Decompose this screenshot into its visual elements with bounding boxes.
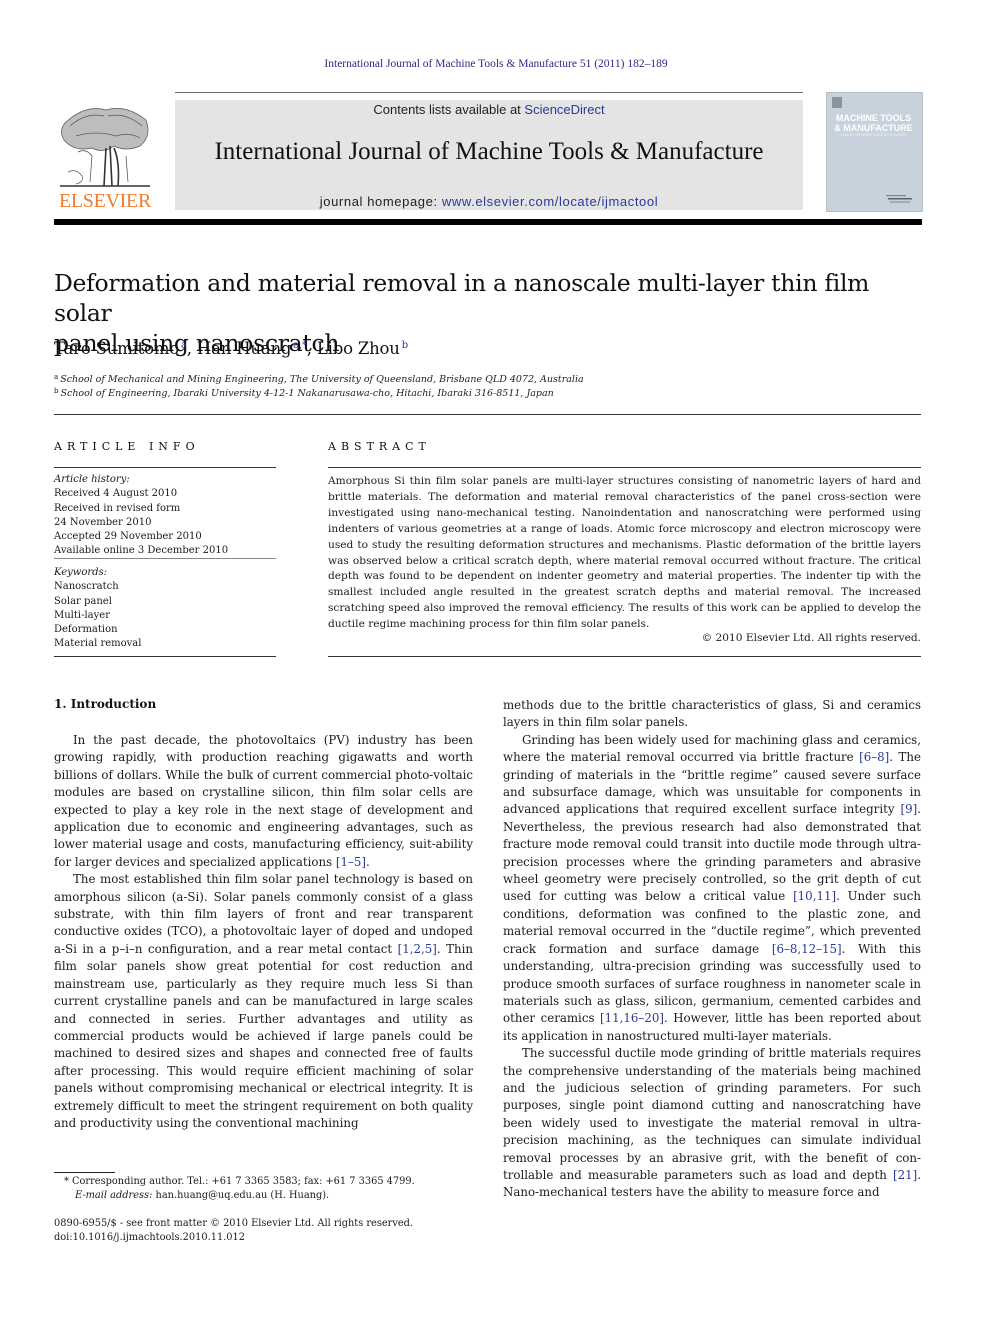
paragraph: The successful ductile mode grinding of … bbox=[503, 1045, 921, 1202]
citation-link[interactable]: [11,16–20] bbox=[600, 1011, 664, 1025]
citation-link[interactable]: [21] bbox=[893, 1168, 917, 1182]
author-affiliation-mark[interactable]: a bbox=[181, 340, 187, 351]
abstract-text: Amorphous Si thin film solar panels are … bbox=[328, 475, 921, 631]
history-item: 24 November 2010 bbox=[54, 516, 152, 528]
paragraph-text: . bbox=[366, 854, 370, 869]
affiliation-text: School of Engineering, Ibaraki Universit… bbox=[60, 388, 554, 399]
citation-link[interactable]: [6–8,12–15] bbox=[772, 942, 842, 956]
header-bottom-rule bbox=[54, 219, 922, 225]
citation-link[interactable]: [6–8] bbox=[859, 750, 889, 764]
section-heading-introduction: 1. Introduction bbox=[54, 697, 157, 711]
affiliation-mark: b bbox=[54, 387, 59, 395]
author-name: Taro Sumitomo bbox=[54, 339, 180, 358]
cover-title: MACHINE TOOLS & MANUFACTURE bbox=[826, 113, 921, 133]
footnote-rule bbox=[54, 1172, 115, 1173]
author-name: Libo Zhou bbox=[316, 339, 400, 358]
citation-link[interactable]: [10,11] bbox=[793, 889, 836, 903]
corresponding-author-note: * Corresponding author. Tel.: +61 7 3365… bbox=[64, 1176, 415, 1187]
keywords: Keywords: Nanoscratch Solar panel Multi-… bbox=[54, 566, 276, 652]
homepage-link[interactable]: www.elsevier.com/locate/ijmactool bbox=[442, 194, 658, 209]
journal-title: International Journal of Machine Tools &… bbox=[214, 138, 764, 165]
header-top-rule bbox=[175, 92, 803, 93]
homepage-prefix: journal homepage: bbox=[319, 194, 442, 209]
keyword-item: Multi-layer bbox=[54, 609, 110, 621]
article-info-rule bbox=[54, 467, 276, 468]
contents-availability: Contents lists available at ScienceDirec… bbox=[175, 102, 803, 117]
author-affiliation-mark[interactable]: a,* bbox=[293, 340, 307, 351]
body-column-right: methods due to the brittle characteristi… bbox=[503, 697, 921, 1202]
history-item: Available online 3 December 2010 bbox=[54, 545, 229, 557]
article-title-line1: Deformation and material removal in a na… bbox=[54, 269, 870, 327]
history-label: Article history: bbox=[54, 474, 130, 485]
elsevier-tree-logo-icon bbox=[60, 108, 150, 187]
abstract-copyright: © 2010 Elsevier Ltd. All rights reserved… bbox=[701, 632, 921, 644]
history-item: Received 4 August 2010 bbox=[54, 488, 178, 500]
keyword-item: Material removal bbox=[54, 638, 142, 650]
cover-title-line2: & MANUFACTURE bbox=[834, 123, 913, 133]
abstract-heading: ABSTRACT bbox=[328, 440, 431, 453]
cover-title-line1: MACHINE TOOLS bbox=[835, 113, 912, 123]
cover-sciencedirect-mark-icon bbox=[886, 195, 912, 203]
keywords-label: Keywords: bbox=[54, 567, 108, 578]
affiliation-mark: a bbox=[54, 373, 59, 381]
paragraph-continuation: methods due to the brittle characteristi… bbox=[503, 698, 921, 730]
author-affiliation-mark[interactable]: b bbox=[402, 340, 408, 351]
abstract-bottom-rule bbox=[328, 656, 921, 657]
history-item: Accepted 29 November 2010 bbox=[54, 531, 202, 543]
paragraph-text: The successful ductile mode grinding of … bbox=[503, 1046, 921, 1182]
body-column-left: In the past decade, the photovoltaics (P… bbox=[54, 732, 473, 1132]
keyword-item: Deformation bbox=[54, 624, 118, 636]
citation-link[interactable]: [1,2,5] bbox=[398, 942, 437, 956]
affiliation-divider bbox=[54, 414, 921, 415]
citation-link[interactable]: [9] bbox=[901, 802, 918, 816]
paragraph: In the past decade, the photovoltaics (P… bbox=[54, 732, 473, 871]
issn-line: 0890-6955/$ - see front matter © 2010 El… bbox=[54, 1218, 414, 1229]
author-list: Taro Sumitomo a, Han Huang a,*, Libo Zhou b bbox=[54, 339, 408, 358]
citation-link[interactable]: [1–5] bbox=[336, 855, 366, 869]
elsevier-wordmark: ELSEVIER bbox=[58, 190, 152, 212]
affiliation-a: a School of Mechanical and Mining Enginee… bbox=[54, 373, 584, 385]
history-keywords-divider bbox=[54, 558, 276, 559]
paragraph-text: . Thin film solar panels show great pote… bbox=[54, 941, 473, 1130]
article-info-heading: ARTICLE INFO bbox=[54, 440, 200, 453]
sciencedirect-link[interactable]: ScienceDirect bbox=[524, 102, 604, 117]
paragraph: Grinding has been widely used for machin… bbox=[503, 732, 921, 1045]
affiliation-text: School of Mechanical and Mining Engineer… bbox=[60, 374, 584, 385]
doi-line[interactable]: doi:10.1016/j.ijmachtools.2010.11.012 bbox=[54, 1231, 474, 1245]
contents-prefix: Contents lists available at bbox=[373, 102, 525, 117]
paragraph-text: In the past decade, the photovoltaics (P… bbox=[54, 733, 473, 869]
paragraph: The most established thin film solar pan… bbox=[54, 871, 473, 1132]
abstract-rule bbox=[328, 467, 921, 468]
author-name: Han Huang bbox=[196, 339, 292, 358]
cover-publisher-badge-icon bbox=[832, 97, 842, 108]
running-head: International Journal of Machine Tools &… bbox=[324, 58, 668, 70]
email-address[interactable]: han.huang@uq.edu.au (H. Huang). bbox=[152, 1190, 330, 1201]
email-note: E-mail address: han.huang@uq.edu.au (H. … bbox=[54, 1189, 495, 1203]
article-history: Article history: Received 4 August 2010 … bbox=[54, 473, 276, 559]
journal-homepage: journal homepage: www.elsevier.com/locat… bbox=[175, 194, 803, 209]
history-item: Received in revised form bbox=[54, 502, 181, 514]
keywords-bottom-rule bbox=[54, 656, 276, 657]
affiliation-b: b School of Engineering, Ibaraki Universi… bbox=[54, 387, 554, 399]
cover-subtitle: DESIGN, RESEARCH AND APPLICATION bbox=[840, 133, 907, 137]
email-label: E-mail address: bbox=[75, 1190, 153, 1201]
keyword-item: Nanoscratch bbox=[54, 581, 119, 593]
keyword-item: Solar panel bbox=[54, 595, 112, 607]
